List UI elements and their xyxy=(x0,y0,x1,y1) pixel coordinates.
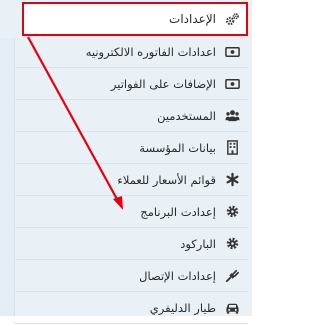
annotation-arrow xyxy=(27,36,123,210)
